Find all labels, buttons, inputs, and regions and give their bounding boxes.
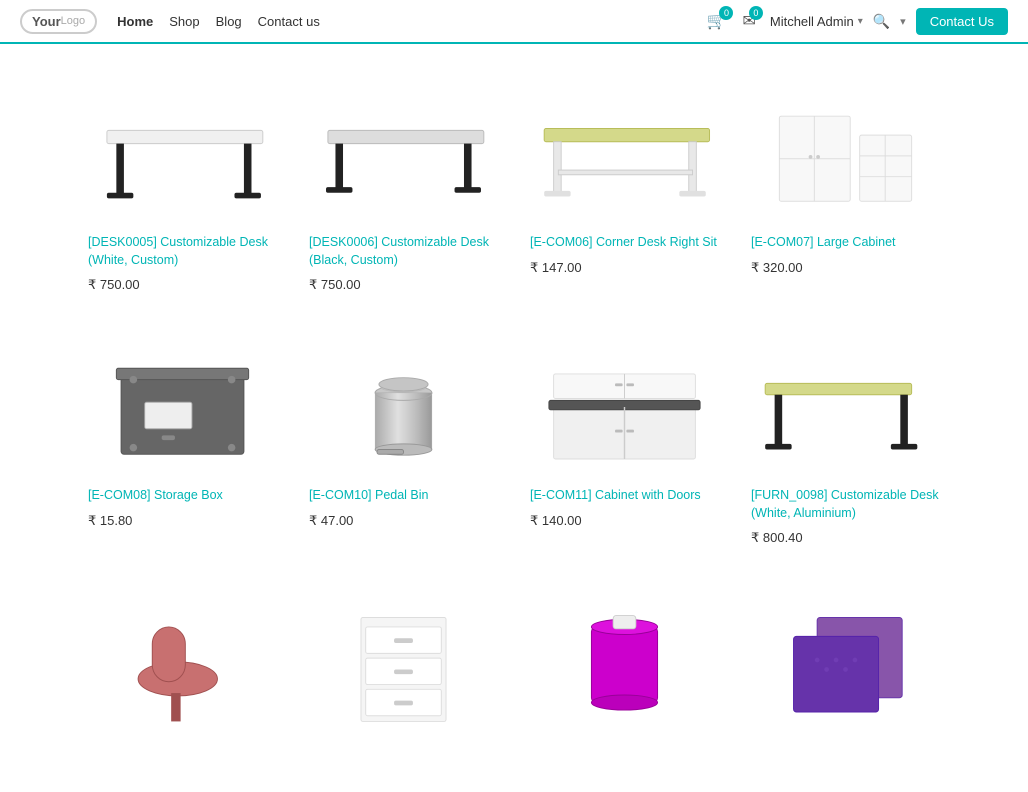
product-image: [751, 590, 940, 730]
product-name[interactable]: [DESK0006] Customizable Desk (Black, Cus…: [309, 234, 498, 269]
nav-blog[interactable]: Blog: [216, 14, 242, 29]
navbar: YourLogo Home Shop Blog Contact us 🛒 0 ✉…: [0, 0, 1028, 44]
nav-links: Home Shop Blog Contact us: [117, 14, 706, 29]
product-image: [88, 337, 277, 477]
product-name[interactable]: [E-COM11] Cabinet with Doors: [530, 487, 701, 505]
product-image: [88, 590, 277, 730]
nav-right: Mitchell Admin ▾ 🔍 ▾ Contact Us: [770, 8, 1008, 35]
product-name[interactable]: [FURN_0098] Customizable Desk (White, Al…: [751, 487, 940, 522]
nav-contact-us[interactable]: Contact us: [258, 14, 320, 29]
product-card: [743, 580, 948, 762]
search-separator: ▾: [900, 15, 906, 28]
contact-us-button[interactable]: Contact Us: [916, 8, 1008, 35]
nav-home[interactable]: Home: [117, 14, 153, 29]
product-card: [301, 580, 506, 762]
user-name: Mitchell Admin: [770, 14, 854, 29]
search-button[interactable]: 🔍: [873, 13, 890, 30]
product-price: ₹ 15.80: [88, 513, 132, 529]
product-price: ₹ 750.00: [88, 277, 140, 293]
user-dropdown-arrow: ▾: [858, 16, 863, 27]
product-name[interactable]: [E-COM06] Corner Desk Right Sit: [530, 234, 717, 252]
product-price: ₹ 750.00: [309, 277, 361, 293]
product-image: [530, 84, 719, 224]
product-image: [309, 84, 498, 224]
logo-your: Your: [32, 14, 61, 29]
product-price: ₹ 147.00: [530, 260, 582, 276]
product-card: [E-COM11] Cabinet with Doors ₹ 140.00: [522, 327, 727, 560]
product-card: [DESK0005] Customizable Desk (White, Cus…: [80, 74, 285, 307]
product-card: [E-COM08] Storage Box ₹ 15.80: [80, 327, 285, 560]
mail-badge: 0: [749, 6, 763, 20]
product-image: [88, 84, 277, 224]
product-image: [530, 337, 719, 477]
product-image: [751, 84, 940, 224]
product-card: [DESK0006] Customizable Desk (Black, Cus…: [301, 74, 506, 307]
user-menu[interactable]: Mitchell Admin ▾: [770, 14, 863, 29]
product-price: ₹ 320.00: [751, 260, 803, 276]
product-grid: [DESK0005] Customizable Desk (White, Cus…: [80, 74, 948, 762]
nav-shop[interactable]: Shop: [169, 14, 199, 29]
product-card: [E-COM06] Corner Desk Right Sit ₹ 147.00: [522, 74, 727, 307]
product-card: [80, 580, 285, 762]
cart-icon[interactable]: 🛒 0: [707, 11, 727, 31]
main-content: [DESK0005] Customizable Desk (White, Cus…: [0, 44, 1028, 792]
product-card: [E-COM07] Large Cabinet ₹ 320.00: [743, 74, 948, 307]
product-card: [522, 580, 727, 762]
cart-badge: 0: [719, 6, 733, 20]
product-name[interactable]: [E-COM07] Large Cabinet: [751, 234, 896, 252]
product-name[interactable]: [DESK0005] Customizable Desk (White, Cus…: [88, 234, 277, 269]
logo[interactable]: YourLogo: [20, 9, 97, 34]
mail-icon[interactable]: ✉ 0: [742, 11, 755, 31]
product-image: [530, 590, 719, 730]
product-price: ₹ 140.00: [530, 513, 582, 529]
logo-logo: Logo: [61, 15, 85, 27]
nav-icons: 🛒 0 ✉ 0: [707, 11, 756, 31]
product-price: ₹ 800.40: [751, 530, 803, 546]
product-image: [751, 337, 940, 477]
product-name[interactable]: [E-COM08] Storage Box: [88, 487, 223, 505]
product-card: [FURN_0098] Customizable Desk (White, Al…: [743, 327, 948, 560]
product-image: [309, 337, 498, 477]
product-price: ₹ 47.00: [309, 513, 353, 529]
product-name[interactable]: [E-COM10] Pedal Bin: [309, 487, 429, 505]
product-card: [E-COM10] Pedal Bin ₹ 47.00: [301, 327, 506, 560]
product-image: [309, 590, 498, 730]
